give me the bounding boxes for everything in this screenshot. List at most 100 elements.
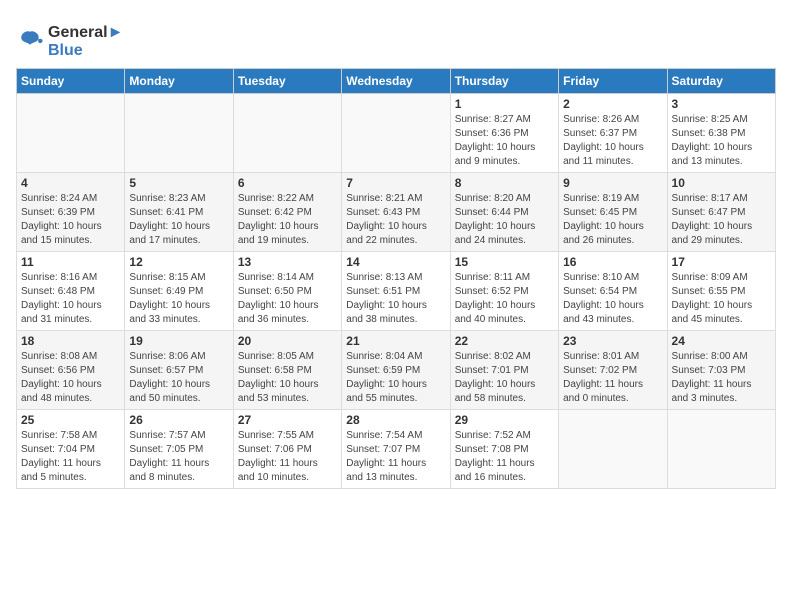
day-info: Sunrise: 8:14 AMSunset: 6:50 PMDaylight:…	[238, 271, 337, 327]
calendar-cell	[233, 94, 341, 173]
calendar-cell	[667, 410, 775, 489]
header-row: SundayMondayTuesdayWednesdayThursdayFrid…	[17, 69, 776, 94]
calendar-cell	[559, 410, 667, 489]
day-info: Sunrise: 8:22 AMSunset: 6:42 PMDaylight:…	[238, 192, 337, 248]
day-info: Sunrise: 8:21 AMSunset: 6:43 PMDaylight:…	[346, 192, 445, 248]
day-info: Sunrise: 8:09 AMSunset: 6:55 PMDaylight:…	[672, 271, 771, 327]
day-number: 21	[346, 334, 445, 348]
calendar-cell: 1 Sunrise: 8:27 AMSunset: 6:36 PMDaylight…	[450, 94, 558, 173]
day-info: Sunrise: 8:08 AMSunset: 6:56 PMDaylight:…	[21, 350, 120, 406]
calendar-header: SundayMondayTuesdayWednesdayThursdayFrid…	[17, 69, 776, 94]
day-info: Sunrise: 8:19 AMSunset: 6:45 PMDaylight:…	[563, 192, 662, 248]
calendar-cell: 10 Sunrise: 8:17 AMSunset: 6:47 PMDayligh…	[667, 173, 775, 252]
day-number: 3	[672, 97, 771, 111]
day-info: Sunrise: 8:24 AMSunset: 6:39 PMDaylight:…	[21, 192, 120, 248]
logo-text: General► Blue	[48, 24, 123, 60]
calendar-cell: 26 Sunrise: 7:57 AMSunset: 7:05 PMDayligh…	[125, 410, 233, 489]
day-info: Sunrise: 7:58 AMSunset: 7:04 PMDaylight:…	[21, 429, 120, 485]
week-row-3: 11 Sunrise: 8:16 AMSunset: 6:48 PMDayligh…	[17, 252, 776, 331]
calendar-cell: 27 Sunrise: 7:55 AMSunset: 7:06 PMDayligh…	[233, 410, 341, 489]
day-info: Sunrise: 7:57 AMSunset: 7:05 PMDaylight:…	[129, 429, 228, 485]
day-info: Sunrise: 8:00 AMSunset: 7:03 PMDaylight:…	[672, 350, 771, 406]
day-info: Sunrise: 8:02 AMSunset: 7:01 PMDaylight:…	[455, 350, 554, 406]
day-info: Sunrise: 7:52 AMSunset: 7:08 PMDaylight:…	[455, 429, 554, 485]
day-number: 29	[455, 413, 554, 427]
calendar-cell: 7 Sunrise: 8:21 AMSunset: 6:43 PMDaylight…	[342, 173, 450, 252]
day-number: 27	[238, 413, 337, 427]
day-number: 17	[672, 255, 771, 269]
calendar-body: 1 Sunrise: 8:27 AMSunset: 6:36 PMDaylight…	[17, 94, 776, 489]
calendar-cell: 12 Sunrise: 8:15 AMSunset: 6:49 PMDayligh…	[125, 252, 233, 331]
day-number: 2	[563, 97, 662, 111]
day-number: 9	[563, 176, 662, 190]
calendar-cell: 14Sunrise: 8:13 AMSunset: 6:51 PMDayligh…	[342, 252, 450, 331]
day-number: 15	[455, 255, 554, 269]
day-number: 19	[129, 334, 228, 348]
day-info: Sunrise: 8:15 AMSunset: 6:49 PMDaylight:…	[129, 271, 228, 327]
day-number: 25	[21, 413, 120, 427]
calendar-cell	[125, 94, 233, 173]
header-day-monday: Monday	[125, 69, 233, 94]
header-day-friday: Friday	[559, 69, 667, 94]
day-number: 5	[129, 176, 228, 190]
calendar-cell: 8 Sunrise: 8:20 AMSunset: 6:44 PMDaylight…	[450, 173, 558, 252]
calendar-cell: 4Sunrise: 8:24 AMSunset: 6:39 PMDaylight…	[17, 173, 125, 252]
day-info: Sunrise: 8:11 AMSunset: 6:52 PMDaylight:…	[455, 271, 554, 327]
calendar-cell: 25 Sunrise: 7:58 AMSunset: 7:04 PMDayligh…	[17, 410, 125, 489]
day-number: 6	[238, 176, 337, 190]
page-header: General► Blue	[16, 16, 776, 60]
day-info: Sunrise: 8:05 AMSunset: 6:58 PMDaylight:…	[238, 350, 337, 406]
day-number: 7	[346, 176, 445, 190]
day-number: 8	[455, 176, 554, 190]
header-day-wednesday: Wednesday	[342, 69, 450, 94]
day-info: Sunrise: 7:54 AMSunset: 7:07 PMDaylight:…	[346, 429, 445, 485]
day-number: 28	[346, 413, 445, 427]
day-number: 12	[129, 255, 228, 269]
calendar-table: SundayMondayTuesdayWednesdayThursdayFrid…	[16, 68, 776, 489]
calendar-cell: 2 Sunrise: 8:26 AMSunset: 6:37 PMDaylight…	[559, 94, 667, 173]
day-info: Sunrise: 8:26 AMSunset: 6:37 PMDaylight:…	[563, 113, 662, 169]
week-row-4: 18 Sunrise: 8:08 AMSunset: 6:56 PMDayligh…	[17, 331, 776, 410]
calendar-cell: 17 Sunrise: 8:09 AMSunset: 6:55 PMDayligh…	[667, 252, 775, 331]
calendar-cell: 20 Sunrise: 8:05 AMSunset: 6:58 PMDayligh…	[233, 331, 341, 410]
calendar-cell: 6 Sunrise: 8:22 AMSunset: 6:42 PMDaylight…	[233, 173, 341, 252]
calendar-cell: 28 Sunrise: 7:54 AMSunset: 7:07 PMDayligh…	[342, 410, 450, 489]
calendar-cell: 3 Sunrise: 8:25 AMSunset: 6:38 PMDaylight…	[667, 94, 775, 173]
header-day-saturday: Saturday	[667, 69, 775, 94]
day-number: 23	[563, 334, 662, 348]
calendar-cell: 18 Sunrise: 8:08 AMSunset: 6:56 PMDayligh…	[17, 331, 125, 410]
day-info: Sunrise: 8:17 AMSunset: 6:47 PMDaylight:…	[672, 192, 771, 248]
header-day-thursday: Thursday	[450, 69, 558, 94]
day-number: 10	[672, 176, 771, 190]
day-info: Sunrise: 8:10 AMSunset: 6:54 PMDaylight:…	[563, 271, 662, 327]
calendar-cell: 29 Sunrise: 7:52 AMSunset: 7:08 PMDayligh…	[450, 410, 558, 489]
calendar-cell: 13 Sunrise: 8:14 AMSunset: 6:50 PMDayligh…	[233, 252, 341, 331]
header-day-sunday: Sunday	[17, 69, 125, 94]
week-row-2: 4Sunrise: 8:24 AMSunset: 6:39 PMDaylight…	[17, 173, 776, 252]
day-number: 16	[563, 255, 662, 269]
calendar-cell: 11 Sunrise: 8:16 AMSunset: 6:48 PMDayligh…	[17, 252, 125, 331]
day-number: 20	[238, 334, 337, 348]
calendar-cell: 21 Sunrise: 8:04 AMSunset: 6:59 PMDayligh…	[342, 331, 450, 410]
day-info: Sunrise: 8:16 AMSunset: 6:48 PMDaylight:…	[21, 271, 120, 327]
day-info: Sunrise: 8:13 AMSunset: 6:51 PMDaylight:…	[346, 271, 445, 327]
day-info: Sunrise: 8:23 AMSunset: 6:41 PMDaylight:…	[129, 192, 228, 248]
day-info: Sunrise: 8:27 AMSunset: 6:36 PMDaylight:…	[455, 113, 554, 169]
calendar-cell: 15 Sunrise: 8:11 AMSunset: 6:52 PMDayligh…	[450, 252, 558, 331]
day-info: Sunrise: 8:20 AMSunset: 6:44 PMDaylight:…	[455, 192, 554, 248]
day-info: Sunrise: 8:01 AMSunset: 7:02 PMDaylight:…	[563, 350, 662, 406]
day-number: 26	[129, 413, 228, 427]
day-info: Sunrise: 8:06 AMSunset: 6:57 PMDaylight:…	[129, 350, 228, 406]
calendar-cell: 5 Sunrise: 8:23 AMSunset: 6:41 PMDaylight…	[125, 173, 233, 252]
header-day-tuesday: Tuesday	[233, 69, 341, 94]
calendar-cell: 24 Sunrise: 8:00 AMSunset: 7:03 PMDayligh…	[667, 331, 775, 410]
day-info: Sunrise: 7:55 AMSunset: 7:06 PMDaylight:…	[238, 429, 337, 485]
day-info: Sunrise: 8:04 AMSunset: 6:59 PMDaylight:…	[346, 350, 445, 406]
day-info: Sunrise: 8:25 AMSunset: 6:38 PMDaylight:…	[672, 113, 771, 169]
day-number: 18	[21, 334, 120, 348]
day-number: 11	[21, 255, 120, 269]
day-number: 13	[238, 255, 337, 269]
day-number: 24	[672, 334, 771, 348]
day-number: 1	[455, 97, 554, 111]
calendar-cell: 9 Sunrise: 8:19 AMSunset: 6:45 PMDaylight…	[559, 173, 667, 252]
